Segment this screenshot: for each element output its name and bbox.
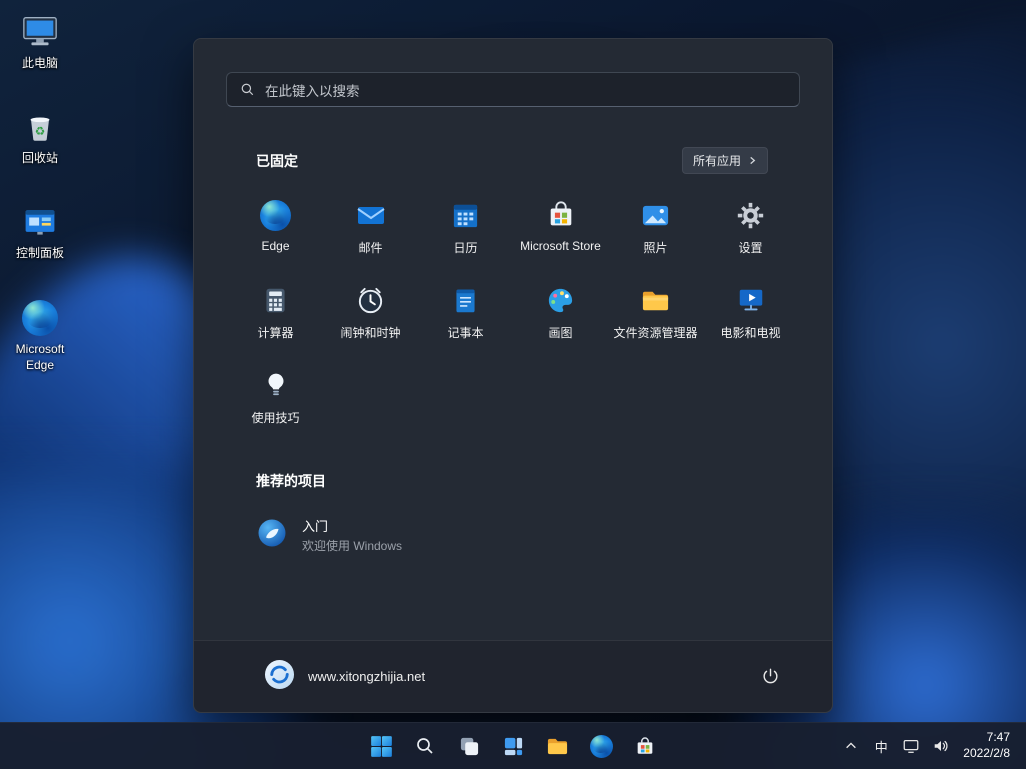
desktop-icon-control-panel[interactable]: 控制面板	[2, 200, 78, 261]
desktop-icon-label: 回收站	[22, 150, 58, 166]
power-button[interactable]	[752, 659, 788, 695]
edge-icon	[590, 735, 613, 758]
alarm-clock-icon	[355, 283, 386, 317]
movies-tv-icon	[736, 283, 766, 317]
photos-icon	[640, 198, 671, 232]
search-icon	[415, 736, 435, 756]
recommended-item-get-started[interactable]: 入门 欢迎使用 Windows	[240, 507, 418, 563]
folder-icon	[546, 735, 569, 758]
clock-time: 7:47	[963, 730, 1010, 746]
notepad-icon	[451, 283, 480, 317]
app-tile-calendar[interactable]: 日历	[418, 190, 513, 275]
app-tile-tips[interactable]: 使用技巧	[228, 360, 323, 445]
recommended-section-title: 推荐的项目	[256, 473, 326, 489]
task-view-icon	[459, 736, 480, 757]
control-panel-icon	[22, 200, 58, 240]
widgets-button[interactable]	[493, 726, 533, 766]
edge-button[interactable]	[581, 726, 621, 766]
start-button[interactable]	[361, 726, 401, 766]
app-tile-calculator[interactable]: 计算器	[228, 275, 323, 360]
paint-palette-icon	[545, 283, 576, 317]
edge-icon	[260, 198, 291, 232]
pinned-section-title: 已固定	[256, 151, 298, 171]
get-started-icon	[256, 517, 288, 554]
file-explorer-button[interactable]	[537, 726, 577, 766]
ime-indicator[interactable]: 中	[867, 727, 895, 765]
chevron-right-icon	[748, 156, 757, 165]
all-apps-button[interactable]: 所有应用	[682, 147, 768, 174]
folder-icon	[640, 283, 671, 317]
desktop-icon-microsoft-edge[interactable]: Microsoft Edge	[2, 296, 78, 373]
system-tray: 中 7:47 2022/2/8	[837, 723, 1022, 769]
desktop-icon-recycle-bin[interactable]: ♻ 回收站	[2, 105, 78, 166]
search-icon	[240, 82, 255, 97]
app-tile-paint[interactable]: 画图	[513, 275, 608, 360]
edge-icon	[22, 296, 58, 336]
start-menu: 在此键入以搜索 已固定 所有应用 Edge 邮件	[193, 38, 833, 713]
pinned-app-grid: Edge 邮件	[228, 190, 798, 445]
tray-overflow-button[interactable]	[837, 727, 865, 765]
user-name: www.xitongzhijia.net	[308, 669, 425, 684]
power-icon	[761, 667, 780, 686]
tips-lightbulb-icon	[262, 368, 290, 402]
calculator-icon	[261, 283, 290, 317]
settings-gear-icon	[736, 198, 765, 232]
mail-icon	[355, 198, 387, 232]
desktop-icon-label: Microsoft Edge	[2, 341, 78, 373]
taskbar-clock[interactable]: 7:47 2022/2/8	[957, 726, 1022, 765]
task-view-button[interactable]	[449, 726, 489, 766]
store-icon	[546, 198, 576, 232]
desktop-icon-label: 此电脑	[22, 55, 58, 71]
volume-button[interactable]	[927, 727, 955, 765]
store-button[interactable]	[625, 726, 665, 766]
network-button[interactable]	[897, 727, 925, 765]
desktop-icon-label: 控制面板	[16, 245, 64, 261]
calendar-icon	[450, 198, 481, 232]
taskbar-center	[361, 723, 665, 769]
all-apps-label: 所有应用	[693, 152, 741, 169]
recommended-item-subtitle: 欢迎使用 Windows	[302, 537, 402, 554]
network-icon	[902, 737, 920, 755]
windows-logo-icon	[370, 735, 393, 758]
start-menu-footer: www.xitongzhijia.net	[194, 640, 832, 712]
svg-text:♻: ♻	[35, 125, 45, 138]
search-input[interactable]: 在此键入以搜索	[226, 72, 800, 107]
clock-date: 2022/2/8	[963, 746, 1010, 762]
user-account-button[interactable]: www.xitongzhijia.net	[254, 653, 435, 701]
app-tile-notepad[interactable]: 记事本	[418, 275, 513, 360]
chevron-up-icon	[844, 739, 858, 753]
widgets-icon	[503, 736, 524, 757]
app-tile-microsoft-store[interactable]: Microsoft Store	[513, 190, 608, 275]
desktop: 此电脑 ♻ 回收站	[0, 0, 1026, 769]
this-pc-icon	[21, 10, 59, 50]
taskbar-search-button[interactable]	[405, 726, 445, 766]
store-icon	[634, 735, 656, 757]
app-tile-movies-tv[interactable]: 电影和电视	[703, 275, 798, 360]
app-tile-mail[interactable]: 邮件	[323, 190, 418, 275]
app-tile-settings[interactable]: 设置	[703, 190, 798, 275]
recommended-item-title: 入门	[302, 516, 402, 535]
app-tile-photos[interactable]: 照片	[608, 190, 703, 275]
desktop-icon-column: 此电脑 ♻ 回收站	[2, 10, 78, 373]
app-tile-alarms-clock[interactable]: 闹钟和时钟	[323, 275, 418, 360]
app-tile-file-explorer[interactable]: 文件资源管理器	[608, 275, 703, 360]
search-placeholder: 在此键入以搜索	[265, 80, 360, 100]
taskbar: 中 7:47 2022/2/8	[0, 722, 1026, 769]
recycle-bin-icon: ♻	[22, 105, 58, 145]
volume-icon	[932, 737, 950, 755]
user-avatar	[264, 659, 295, 695]
desktop-icon-this-pc[interactable]: 此电脑	[2, 10, 78, 71]
app-tile-edge[interactable]: Edge	[228, 190, 323, 275]
